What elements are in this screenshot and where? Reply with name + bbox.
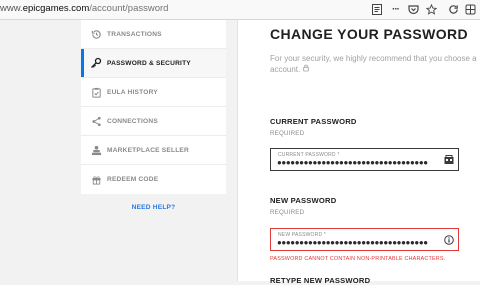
sidebar-item-label: TRANSACTIONS <box>107 30 162 38</box>
sidebar-item-transactions[interactable]: TRANSACTIONS <box>81 20 226 49</box>
current-password-value: ●●●●●●●●●●●●●●●●●●●●●●●●●●●●●●●●●● <box>277 158 428 167</box>
sidebar-item-label: MARKETPLACE SELLER <box>107 146 189 154</box>
new-password-error: PASSWORD CANNOT CONTAIN NON-PRINTABLE CH… <box>270 256 446 262</box>
info-icon[interactable] <box>443 234 454 245</box>
url-path: /account/password <box>89 3 169 14</box>
account-page: TRANSACTIONS PASSWORD & SECURITY EULA HI… <box>0 20 480 285</box>
password-manager-icon[interactable] <box>443 154 454 165</box>
seller-icon <box>90 144 102 156</box>
password-panel: CHANGE YOUR PASSWORD For your security, … <box>237 20 480 285</box>
panel-divider <box>237 20 238 281</box>
sidebar-item-connections[interactable]: CONNECTIONS <box>81 107 226 136</box>
current-password-required: REQUIRED <box>270 130 305 137</box>
sidebar-item-label: EULA HISTORY <box>107 88 158 96</box>
lock-icon <box>302 64 310 76</box>
extension-icon[interactable] <box>464 3 477 16</box>
account-sidebar: TRANSACTIONS PASSWORD & SECURITY EULA HI… <box>81 20 226 194</box>
sidebar-item-label: CONNECTIONS <box>107 117 158 125</box>
new-password-field[interactable]: NEW PASSWORD * ●●●●●●●●●●●●●●●●●●●●●●●●●… <box>270 228 459 251</box>
url-prefix: www. <box>0 3 23 14</box>
sidebar-item-marketplace-seller[interactable]: MARKETPLACE SELLER <box>81 136 226 165</box>
description-line-1: For your security, we highly recommend t… <box>270 54 477 63</box>
gift-icon <box>90 174 102 186</box>
url-domain: epicgames.com <box>22 3 90 14</box>
security-description: For your security, we highly recommend t… <box>270 53 480 76</box>
url-bar[interactable]: www.epicgames.com/account/password <box>0 3 168 14</box>
new-password-required: REQUIRED <box>270 209 305 216</box>
current-password-heading: CURRENT PASSWORD <box>270 117 357 126</box>
current-password-field[interactable]: CURRENT PASSWORD * ●●●●●●●●●●●●●●●●●●●●●… <box>270 148 459 171</box>
history-icon <box>90 28 102 40</box>
browser-toolbar: www.epicgames.com/account/password ··· <box>0 0 480 20</box>
sidebar-item-eula-history[interactable]: EULA HISTORY <box>81 78 226 107</box>
description-line-2: account. <box>270 65 301 74</box>
reload-icon[interactable] <box>447 3 460 16</box>
sidebar-item-label: REDEEM CODE <box>107 176 159 183</box>
pocket-icon[interactable] <box>407 3 420 16</box>
sidebar-item-password-security[interactable]: PASSWORD & SECURITY <box>81 49 226 78</box>
page-title: CHANGE YOUR PASSWORD <box>270 26 469 42</box>
sidebar-item-label: PASSWORD & SECURITY <box>107 59 191 67</box>
new-password-value: ●●●●●●●●●●●●●●●●●●●●●●●●●●●●●●●●●● <box>277 238 428 247</box>
sidebar-item-redeem-code[interactable]: REDEEM CODE <box>81 165 226 194</box>
reader-view-icon[interactable] <box>370 3 383 16</box>
new-password-heading: NEW PASSWORD <box>270 196 337 205</box>
clipboard-icon <box>90 86 102 98</box>
bookmark-star-icon[interactable] <box>425 3 438 16</box>
key-icon <box>90 57 102 69</box>
share-icon <box>90 115 102 127</box>
more-actions-icon[interactable]: ··· <box>389 3 402 16</box>
need-help-link[interactable]: NEED HELP? <box>81 204 226 211</box>
